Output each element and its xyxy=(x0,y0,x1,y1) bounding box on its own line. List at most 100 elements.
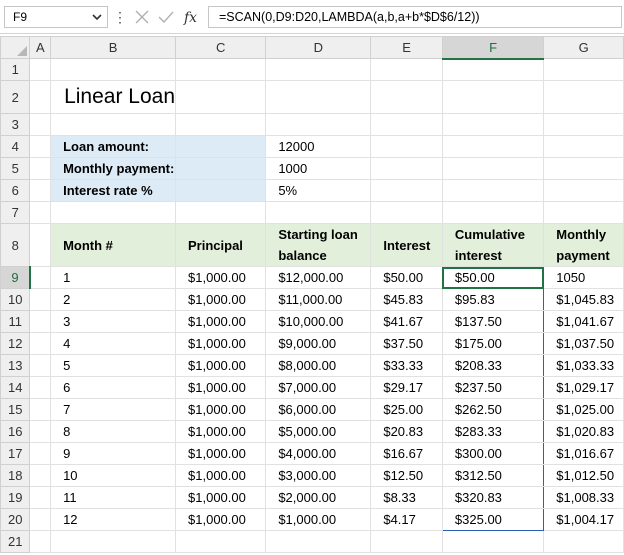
cell-f15[interactable]: $262.50 xyxy=(441,398,545,421)
cell-f10[interactable]: $95.83 xyxy=(441,288,545,311)
cell-c8[interactable]: Principal xyxy=(175,223,267,267)
cell-b5[interactable]: Monthly payment: xyxy=(50,157,177,180)
row-header-13[interactable]: 13 xyxy=(0,354,31,377)
cell-e7[interactable] xyxy=(370,201,443,224)
row-header-18[interactable]: 18 xyxy=(0,464,31,487)
formula-input[interactable]: =SCAN(0,D9:D20,LAMBDA(a,b,a+b*$D$6/12)) xyxy=(208,6,622,28)
cell-f18[interactable]: $312.50 xyxy=(441,464,545,487)
cell-e16[interactable]: $20.83 xyxy=(370,420,443,443)
cell-d16[interactable]: $5,000.00 xyxy=(265,420,372,443)
cell-b2[interactable]: Linear Loan xyxy=(50,80,177,114)
cell-e12[interactable]: $37.50 xyxy=(370,332,443,355)
cell-f17[interactable]: $300.00 xyxy=(441,442,545,465)
column-header-c[interactable]: C xyxy=(175,36,267,59)
cell-b6[interactable]: Interest rate % xyxy=(50,179,177,202)
cell-f16[interactable]: $283.33 xyxy=(441,420,545,443)
cell-e4[interactable] xyxy=(370,135,443,158)
cell-d12[interactable]: $9,000.00 xyxy=(265,332,372,355)
column-header-e[interactable]: E xyxy=(370,36,443,59)
column-header-b[interactable]: B xyxy=(50,36,177,59)
cell-c11[interactable]: $1,000.00 xyxy=(175,310,267,333)
cell-b17[interactable]: 9 xyxy=(50,442,177,465)
cell-b12[interactable]: 4 xyxy=(50,332,177,355)
cell-b13[interactable]: 5 xyxy=(50,354,177,377)
row-header-4[interactable]: 4 xyxy=(0,135,31,158)
cell-c6[interactable] xyxy=(175,179,267,202)
cell-c20[interactable]: $1,000.00 xyxy=(175,508,267,531)
cell-e21[interactable] xyxy=(370,530,443,553)
cell-c3[interactable] xyxy=(175,113,267,136)
cell-g13[interactable]: $1,033.33 xyxy=(543,354,624,377)
cell-d21[interactable] xyxy=(265,530,372,553)
cell-f21[interactable] xyxy=(441,530,545,553)
cell-a19[interactable] xyxy=(29,486,52,509)
cell-e9[interactable]: $50.00 xyxy=(370,266,443,289)
cell-g3[interactable] xyxy=(543,113,624,136)
cell-d13[interactable]: $8,000.00 xyxy=(265,354,372,377)
row-header-16[interactable]: 16 xyxy=(0,420,31,443)
cell-e5[interactable] xyxy=(370,157,443,180)
cell-g4[interactable] xyxy=(543,135,624,158)
cell-a18[interactable] xyxy=(29,464,52,487)
cell-c18[interactable]: $1,000.00 xyxy=(175,464,267,487)
cell-g8[interactable]: Monthly payment xyxy=(543,223,624,267)
cell-c13[interactable]: $1,000.00 xyxy=(175,354,267,377)
enter-check-icon[interactable] xyxy=(157,9,175,25)
cell-a12[interactable] xyxy=(29,332,52,355)
cell-f1[interactable] xyxy=(441,58,545,81)
row-header-1[interactable]: 1 xyxy=(0,58,31,81)
cell-e1[interactable] xyxy=(370,58,443,81)
cell-g20[interactable]: $1,004.17 xyxy=(543,508,624,531)
cell-e13[interactable]: $33.33 xyxy=(370,354,443,377)
cell-g5[interactable] xyxy=(543,157,624,180)
cell-f12[interactable]: $175.00 xyxy=(441,332,545,355)
cell-a16[interactable] xyxy=(29,420,52,443)
cell-c2[interactable] xyxy=(175,80,267,114)
row-header-19[interactable]: 19 xyxy=(0,486,31,509)
cell-f14[interactable]: $237.50 xyxy=(441,376,545,399)
cell-a1[interactable] xyxy=(29,58,52,81)
cell-f5[interactable] xyxy=(441,157,545,180)
cell-g15[interactable]: $1,025.00 xyxy=(543,398,624,421)
row-header-6[interactable]: 6 xyxy=(0,179,31,202)
insert-function-icon[interactable]: fx xyxy=(182,9,204,25)
cell-g10[interactable]: $1,045.83 xyxy=(543,288,624,311)
cell-b1[interactable] xyxy=(50,58,177,81)
cell-b8[interactable]: Month # xyxy=(50,223,177,267)
chevron-down-icon[interactable] xyxy=(91,11,103,23)
cell-f2[interactable] xyxy=(441,80,545,114)
cell-a21[interactable] xyxy=(29,530,52,553)
cell-e14[interactable]: $29.17 xyxy=(370,376,443,399)
row-header-5[interactable]: 5 xyxy=(0,157,31,180)
cell-e2[interactable] xyxy=(370,80,443,114)
cell-f3[interactable] xyxy=(441,113,545,136)
cell-d5[interactable]: 1000 xyxy=(265,157,372,180)
cell-g18[interactable]: $1,012.50 xyxy=(543,464,624,487)
column-header-d[interactable]: D xyxy=(265,36,372,59)
row-header-10[interactable]: 10 xyxy=(0,288,31,311)
cell-d7[interactable] xyxy=(265,201,372,224)
cell-f4[interactable] xyxy=(441,135,545,158)
cell-b18[interactable]: 10 xyxy=(50,464,177,487)
cell-g2[interactable] xyxy=(543,80,624,114)
cell-f7[interactable] xyxy=(441,201,545,224)
cell-a2[interactable] xyxy=(29,80,52,114)
cell-g16[interactable]: $1,020.83 xyxy=(543,420,624,443)
cell-a6[interactable] xyxy=(29,179,52,202)
cell-a13[interactable] xyxy=(29,354,52,377)
cell-b9[interactable]: 1 xyxy=(50,266,177,289)
cell-g14[interactable]: $1,029.17 xyxy=(543,376,624,399)
cell-c9[interactable]: $1,000.00 xyxy=(175,266,267,289)
cell-c17[interactable]: $1,000.00 xyxy=(175,442,267,465)
cell-b21[interactable] xyxy=(50,530,177,553)
name-box[interactable]: F9 xyxy=(4,6,108,28)
cell-e20[interactable]: $4.17 xyxy=(370,508,443,531)
cell-d6[interactable]: 5% xyxy=(265,179,372,202)
cell-g1[interactable] xyxy=(543,58,624,81)
more-options-icon[interactable]: ⋮ xyxy=(113,8,127,26)
cell-c15[interactable]: $1,000.00 xyxy=(175,398,267,421)
cell-e18[interactable]: $12.50 xyxy=(370,464,443,487)
cell-c5[interactable] xyxy=(175,157,267,180)
row-header-9[interactable]: 9 xyxy=(0,266,32,289)
cell-c14[interactable]: $1,000.00 xyxy=(175,376,267,399)
